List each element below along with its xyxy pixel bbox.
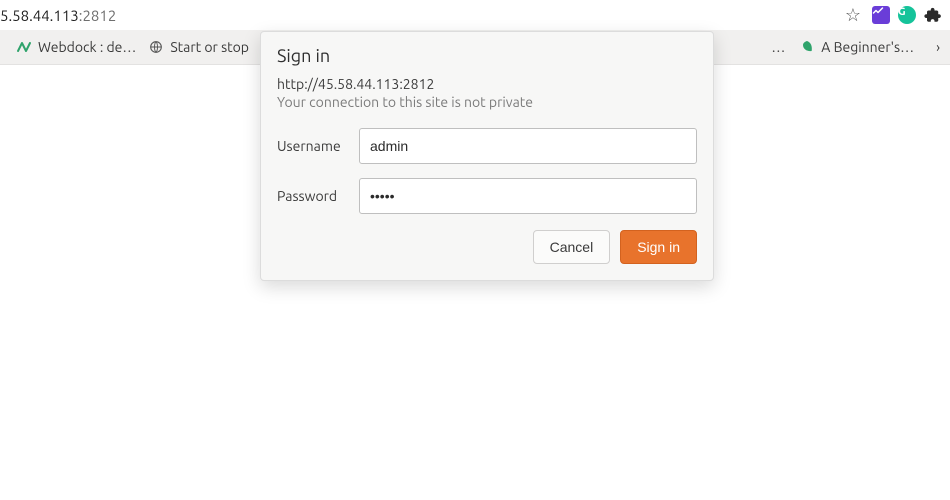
page-content: Sign in http://45.58.44.113:2812 Your co…	[0, 65, 950, 500]
bookmark-beginners[interactable]: A Beginner's…	[793, 39, 920, 55]
username-label: Username	[277, 138, 359, 154]
dialog-title: Sign in	[277, 46, 697, 66]
bookmark-label: Start or stop	[170, 39, 249, 55]
bookmark-webdock[interactable]: Webdock : de…	[10, 30, 142, 64]
extension-grammarly-icon[interactable]: G	[896, 5, 918, 25]
username-row: Username	[277, 128, 697, 164]
username-input[interactable]	[359, 128, 697, 164]
webdock-favicon-icon	[16, 39, 32, 55]
password-row: Password	[277, 178, 697, 214]
address-bar-row: 5.58.44.113:2812 ☆ G	[0, 0, 950, 30]
bookmark-label: A Beginner's…	[821, 39, 914, 55]
bookmark-star-icon[interactable]: ☆	[840, 5, 866, 26]
bookmark-start-stop[interactable]: Start or stop	[142, 30, 255, 64]
bookmark-label: Webdock : de…	[38, 39, 136, 55]
bookmarks-right-group: … A Beginner's… ›	[771, 39, 940, 55]
extension-grammarly-glyph: G	[898, 6, 916, 24]
dialog-url: http://45.58.44.113:2812	[277, 76, 697, 92]
bookmarks-overflow-icon[interactable]: ›	[928, 39, 940, 55]
leaf-favicon-icon	[799, 39, 815, 55]
omnibox-host: 5.58.44.113	[0, 7, 79, 24]
dialog-warning: Your connection to this site is not priv…	[277, 94, 697, 110]
truncation-ellipsis: …	[771, 39, 785, 55]
password-label: Password	[277, 188, 359, 204]
omnibox[interactable]: 5.58.44.113:2812	[0, 0, 840, 30]
password-input[interactable]	[359, 178, 697, 214]
omnibox-port: :2812	[79, 7, 117, 24]
http-auth-dialog: Sign in http://45.58.44.113:2812 Your co…	[260, 31, 714, 281]
extension-loom-icon[interactable]	[870, 5, 892, 25]
extension-loom-glyph	[872, 6, 890, 24]
cancel-button[interactable]: Cancel	[533, 230, 611, 264]
signin-button[interactable]: Sign in	[620, 230, 697, 264]
globe-favicon-icon	[148, 39, 164, 55]
dialog-button-row: Cancel Sign in	[277, 230, 697, 264]
extensions-puzzle-icon[interactable]	[922, 5, 944, 25]
